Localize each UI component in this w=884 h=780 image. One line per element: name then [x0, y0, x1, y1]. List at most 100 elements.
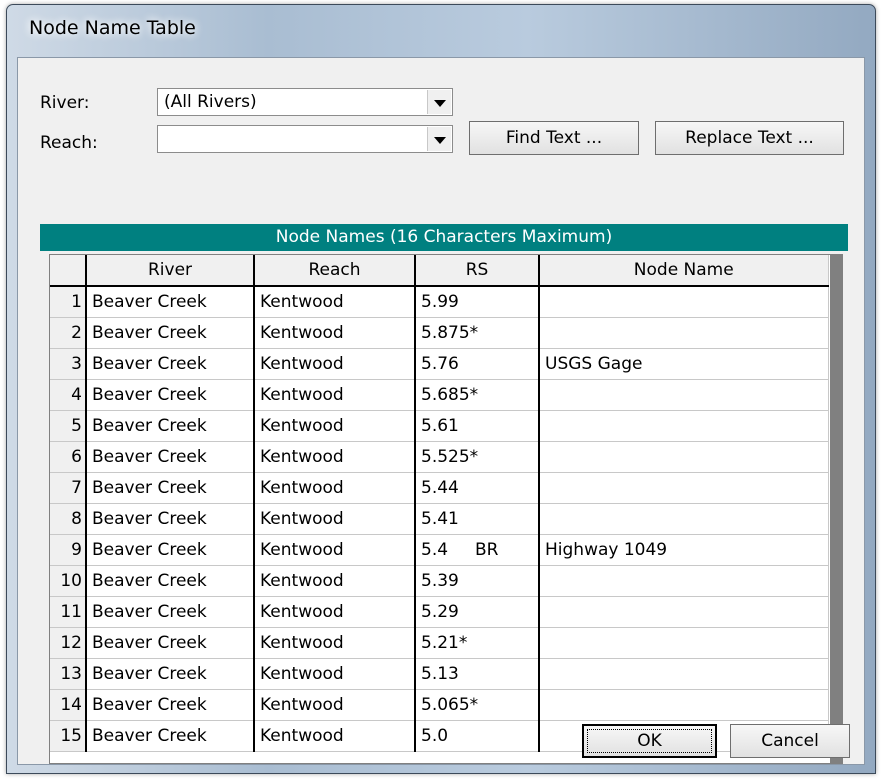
rs-cell: 5.61	[415, 410, 540, 442]
row-number: 12	[50, 627, 87, 659]
row-number: 8	[50, 503, 87, 535]
rs-cell: 5.13	[415, 658, 540, 690]
node-name-cell[interactable]: USGS Gage	[539, 348, 829, 380]
title-bar[interactable]: Node Name Table	[7, 5, 875, 57]
table-header-row: River Reach RS Node Name	[50, 255, 829, 287]
table-row: 12 Beaver Creek Kentwood 5.21*	[50, 627, 829, 659]
node-name-cell[interactable]	[539, 472, 829, 504]
table-row: 3 Beaver Creek Kentwood 5.76 USGS Gage	[50, 348, 829, 380]
river-cell: Beaver Creek	[86, 534, 255, 566]
reach-cell: Kentwood	[254, 503, 416, 535]
node-name-cell[interactable]	[539, 658, 829, 690]
reach-cell: Kentwood	[254, 410, 416, 442]
reach-cell: Kentwood	[254, 317, 416, 349]
rs-cell: 5.21*	[415, 627, 540, 659]
node-names-table: River Reach RS Node Name 1 Beaver Creek Ke…	[50, 255, 829, 752]
river-cell: Beaver Creek	[86, 503, 255, 535]
node-name-cell[interactable]	[539, 503, 829, 535]
row-number: 14	[50, 689, 87, 721]
reach-cell: Kentwood	[254, 286, 416, 318]
node-name-cell[interactable]: Highway 1049	[539, 534, 829, 566]
reach-cell: Kentwood	[254, 348, 416, 380]
find-text-button[interactable]: Find Text ...	[469, 121, 639, 155]
rs-cell: 5.39	[415, 565, 540, 597]
table-row: 8 Beaver Creek Kentwood 5.41	[50, 503, 829, 535]
table-row: 6 Beaver Creek Kentwood 5.525*	[50, 441, 829, 473]
node-name-cell[interactable]	[539, 286, 829, 318]
rs-column-header: RS	[415, 255, 540, 287]
row-number: 13	[50, 658, 87, 690]
chevron-down-icon	[434, 100, 446, 107]
node-name-cell[interactable]	[539, 689, 829, 721]
node-name-cell[interactable]	[539, 596, 829, 628]
rs-value: 5.21*	[421, 633, 468, 653]
river-cell: Beaver Creek	[86, 627, 255, 659]
row-number: 4	[50, 379, 87, 411]
cancel-button[interactable]: Cancel	[730, 724, 850, 758]
row-number: 7	[50, 472, 87, 504]
reach-label: Reach:	[40, 133, 98, 153]
node-name-cell[interactable]	[539, 317, 829, 349]
table-banner: Node Names (16 Characters Maximum)	[40, 224, 848, 251]
rs-value: 5.685*	[421, 385, 479, 405]
node-name-cell[interactable]	[539, 379, 829, 411]
chevron-down-icon	[434, 137, 446, 144]
table-row: 1 Beaver Creek Kentwood 5.99	[50, 286, 829, 318]
table-row: 2 Beaver Creek Kentwood 5.875*	[50, 317, 829, 349]
rs-value: 5.065*	[421, 695, 479, 715]
table-row: 5 Beaver Creek Kentwood 5.61	[50, 410, 829, 442]
rs-cell: 5.44	[415, 472, 540, 504]
rs-value: 5.44	[421, 478, 459, 498]
row-number: 11	[50, 596, 87, 628]
river-cell: Beaver Creek	[86, 317, 255, 349]
reach-select[interactable]	[157, 125, 453, 153]
row-number: 1	[50, 286, 87, 318]
rs-value: 5.875*	[421, 323, 479, 343]
rs-value: 5.99	[421, 292, 459, 312]
reach-dropdown-button[interactable]	[427, 127, 451, 151]
replace-text-button[interactable]: Replace Text ...	[655, 121, 844, 155]
row-number: 15	[50, 720, 87, 752]
row-number: 3	[50, 348, 87, 380]
rs-value: 5.39	[421, 571, 459, 591]
row-number: 9	[50, 534, 87, 566]
rs-value: 5.525*	[421, 447, 479, 467]
river-select[interactable]: (All Rivers)	[157, 88, 453, 116]
reach-cell: Kentwood	[254, 627, 416, 659]
row-number: 5	[50, 410, 87, 442]
rs-cell: 5.685*	[415, 379, 540, 411]
node-name-cell[interactable]	[539, 627, 829, 659]
node-name-column-header: Node Name	[539, 255, 829, 287]
rs-value: 5.13	[421, 664, 459, 684]
river-cell: Beaver Creek	[86, 720, 255, 752]
river-cell: Beaver Creek	[86, 379, 255, 411]
dialog-client-area: River: (All Rivers) Reach: Find Text ...…	[17, 57, 865, 765]
ok-button[interactable]: OK	[582, 724, 717, 758]
focus-rect	[587, 729, 712, 753]
rs-value: 5.61	[421, 416, 459, 436]
reach-cell: Kentwood	[254, 689, 416, 721]
node-name-cell[interactable]	[539, 441, 829, 473]
river-cell: Beaver Creek	[86, 286, 255, 318]
reach-cell: Kentwood	[254, 472, 416, 504]
reach-cell: Kentwood	[254, 565, 416, 597]
reach-cell: Kentwood	[254, 658, 416, 690]
window-title: Node Name Table	[29, 17, 196, 39]
node-name-cell[interactable]	[539, 565, 829, 597]
table-row: 11 Beaver Creek Kentwood 5.29	[50, 596, 829, 628]
rs-cell: 5.41	[415, 503, 540, 535]
rs-cell: 5.4 BR	[415, 534, 540, 566]
rs-value: 5.29	[421, 602, 459, 622]
rs-cell: 5.29	[415, 596, 540, 628]
river-cell: Beaver Creek	[86, 689, 255, 721]
river-select-value: (All Rivers)	[164, 92, 257, 112]
row-number: 2	[50, 317, 87, 349]
node-name-cell[interactable]	[539, 410, 829, 442]
reach-cell: Kentwood	[254, 720, 416, 752]
rs-value: 5.4	[421, 540, 449, 560]
node-names-grid: River Reach RS Node Name 1 Beaver Creek Ke…	[49, 254, 843, 764]
river-cell: Beaver Creek	[86, 596, 255, 628]
table-row: 10 Beaver Creek Kentwood 5.39	[50, 565, 829, 597]
river-cell: Beaver Creek	[86, 348, 255, 380]
river-dropdown-button[interactable]	[427, 90, 451, 114]
